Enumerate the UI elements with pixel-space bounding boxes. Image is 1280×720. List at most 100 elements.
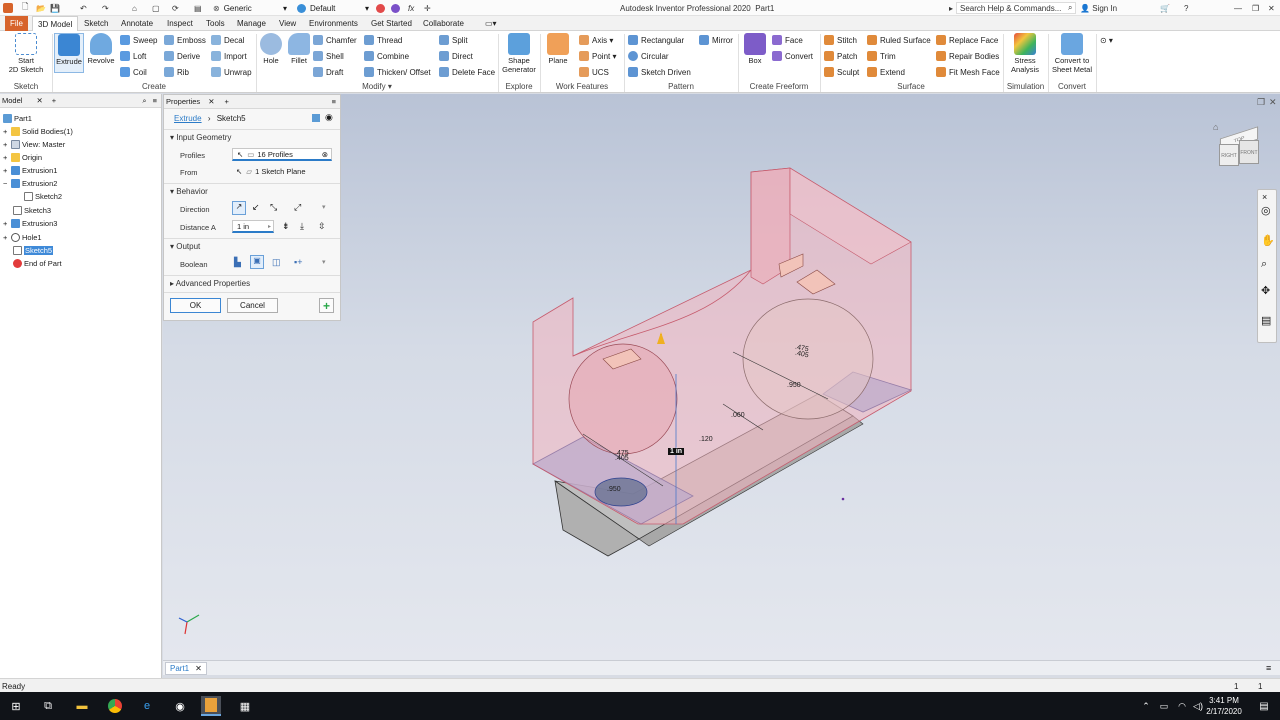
- shell-button[interactable]: Shell: [313, 49, 344, 63]
- dimension-label[interactable]: .120: [699, 436, 713, 443]
- viewcube[interactable]: ⌂ TOP RIGHT FRONT: [1213, 122, 1263, 177]
- hole-button[interactable]: Hole: [258, 33, 284, 65]
- viewcube-front-face[interactable]: FRONT: [1239, 140, 1259, 164]
- revolve-button[interactable]: Revolve: [86, 33, 116, 65]
- restore-view-icon[interactable]: ❐: [1257, 97, 1265, 108]
- dimension-label[interactable]: .950: [787, 382, 801, 389]
- steering-wheel-icon[interactable]: ◎: [1261, 204, 1271, 217]
- chevron-down-icon[interactable]: ▾: [322, 203, 326, 211]
- stress-analysis-button[interactable]: Stress Analysis: [1006, 33, 1044, 74]
- apply-plus-button[interactable]: +: [319, 298, 334, 313]
- circular-button[interactable]: Circular: [628, 49, 669, 63]
- shape-generator-button[interactable]: Shape Generator: [500, 33, 538, 74]
- tree-item-solid-bodies[interactable]: + Solid Bodies(1): [3, 125, 73, 137]
- tree-item-sketch5[interactable]: Sketch5: [13, 244, 54, 256]
- sweep-button[interactable]: Sweep: [120, 33, 157, 47]
- close-icon[interactable]: ✕: [1268, 2, 1275, 14]
- expand-icon[interactable]: +: [3, 153, 11, 162]
- zoom-icon[interactable]: ⌕: [1261, 258, 1267, 271]
- preset-icon[interactable]: [312, 114, 320, 122]
- plane-button[interactable]: Plane: [543, 33, 573, 65]
- minimize-icon[interactable]: —: [1234, 2, 1242, 14]
- from-selector[interactable]: ↖ ▱ 1 Sketch Plane: [232, 165, 332, 178]
- section-input-geometry[interactable]: ▾ Input Geometry: [170, 133, 231, 142]
- tree-item-sketch2[interactable]: Sketch2: [24, 190, 62, 202]
- expand-icon[interactable]: +: [3, 233, 11, 242]
- tree-item-end-of-part[interactable]: End of Part: [13, 257, 62, 269]
- fillet-button[interactable]: Fillet: [286, 33, 312, 65]
- close-view-icon[interactable]: ✕: [1269, 97, 1277, 108]
- distance-a-input[interactable]: 1 in ▸: [232, 220, 274, 233]
- ucs-button[interactable]: UCS: [579, 65, 609, 79]
- windows-start-icon[interactable]: ⊞: [6, 696, 26, 716]
- tab-view[interactable]: View: [274, 16, 301, 31]
- emboss-button[interactable]: Emboss: [164, 33, 206, 47]
- chrome-icon[interactable]: [105, 696, 125, 716]
- draft-button[interactable]: Draft: [313, 65, 343, 79]
- orbit-icon[interactable]: ✥: [1261, 284, 1270, 297]
- through-all-icon[interactable]: ⇟: [282, 221, 290, 232]
- tree-item-origin[interactable]: + Origin: [3, 151, 42, 163]
- search-icon[interactable]: ⌕: [1068, 2, 1072, 14]
- pan-icon[interactable]: ✋: [1261, 234, 1275, 247]
- to-icon[interactable]: ⤓: [300, 221, 304, 232]
- document-tab-part1[interactable]: Part1 ✕: [165, 662, 207, 675]
- network-icon[interactable]: ▭: [1154, 696, 1174, 716]
- section-output[interactable]: ▾ Output: [170, 242, 200, 251]
- direction-symmetric-button[interactable]: ⤡: [270, 202, 277, 213]
- tab-3d-model[interactable]: 3D Model: [32, 16, 79, 31]
- clear-appearance-icon[interactable]: [376, 2, 385, 14]
- update-icon[interactable]: ⟳: [172, 2, 179, 14]
- task-view-icon[interactable]: ⧉: [38, 696, 58, 716]
- new-solid-icon[interactable]: ▪+: [294, 257, 302, 267]
- start-2d-sketch-button[interactable]: Start 2D Sketch: [6, 33, 46, 74]
- axis-button[interactable]: Axis ▾: [579, 33, 613, 47]
- convert-freeform-button[interactable]: Convert: [772, 49, 813, 63]
- breadcrumb-extrude[interactable]: Extrude: [174, 114, 202, 123]
- expand-icon[interactable]: +: [3, 219, 11, 228]
- tab-environments[interactable]: Environments: [304, 16, 363, 31]
- properties-icon[interactable]: ▤: [194, 2, 202, 14]
- select-icon[interactable]: ▢: [152, 2, 160, 14]
- dimension-label[interactable]: .405: [615, 455, 629, 462]
- tree-item-sketch3[interactable]: Sketch3: [13, 204, 51, 216]
- tab-annotate[interactable]: Annotate: [116, 16, 158, 31]
- between-icon[interactable]: ⇳: [318, 221, 326, 232]
- restore-icon[interactable]: ❐: [1252, 2, 1259, 14]
- edge-icon[interactable]: e: [137, 696, 157, 716]
- rectangular-button[interactable]: Rectangular: [628, 33, 684, 47]
- split-button[interactable]: Split: [439, 33, 468, 47]
- cancel-button[interactable]: Cancel: [227, 298, 278, 313]
- tree-item-part1[interactable]: Part1: [3, 112, 32, 124]
- tab-sketch[interactable]: Sketch: [79, 16, 113, 31]
- box-button[interactable]: Box: [742, 33, 768, 65]
- search-help-input[interactable]: Search Help & Commands...: [956, 2, 1076, 14]
- profiles-selector[interactable]: ↖ ▭ 16 Profiles ⊗: [232, 148, 332, 161]
- open-file-icon[interactable]: 📂: [36, 2, 46, 14]
- obs-icon[interactable]: ◉: [170, 696, 190, 716]
- tab-inspect[interactable]: Inspect: [162, 16, 198, 31]
- convert-to-sheet-metal-button[interactable]: Convert to Sheet Metal: [1050, 33, 1094, 74]
- intersect-icon[interactable]: ◫: [272, 257, 281, 268]
- collapse-icon[interactable]: −: [3, 179, 11, 188]
- direction-flipped-button[interactable]: ↙: [252, 202, 260, 213]
- cart-icon[interactable]: 🛒: [1160, 2, 1170, 14]
- thread-button[interactable]: Thread: [364, 33, 402, 47]
- notifications-icon[interactable]: ▤: [1254, 696, 1274, 716]
- search-icon[interactable]: ⌕: [142, 96, 146, 106]
- fx-icon[interactable]: fx: [408, 2, 414, 14]
- look-at-icon[interactable]: ▤: [1261, 314, 1271, 327]
- direct-button[interactable]: Direct: [439, 49, 473, 63]
- calculator-icon[interactable]: ▦: [235, 696, 255, 716]
- distance-tag[interactable]: 1 in: [668, 448, 685, 455]
- chamfer-button[interactable]: Chamfer: [313, 33, 357, 47]
- material-select[interactable]: ⊗ Generic ▾: [210, 2, 290, 14]
- save-icon[interactable]: 💾: [50, 2, 60, 14]
- undo-icon[interactable]: ↶: [80, 2, 87, 14]
- add-tab-icon[interactable]: +: [224, 97, 228, 106]
- point-button[interactable]: Point ▾: [579, 49, 616, 63]
- tree-item-extrusion2[interactable]: − Extrusion2: [3, 177, 57, 189]
- panel-title-modify[interactable]: Modify ▾: [258, 82, 496, 92]
- tree-item-extrusion1[interactable]: + Extrusion1: [3, 164, 57, 176]
- redo-icon[interactable]: ↷: [102, 2, 109, 14]
